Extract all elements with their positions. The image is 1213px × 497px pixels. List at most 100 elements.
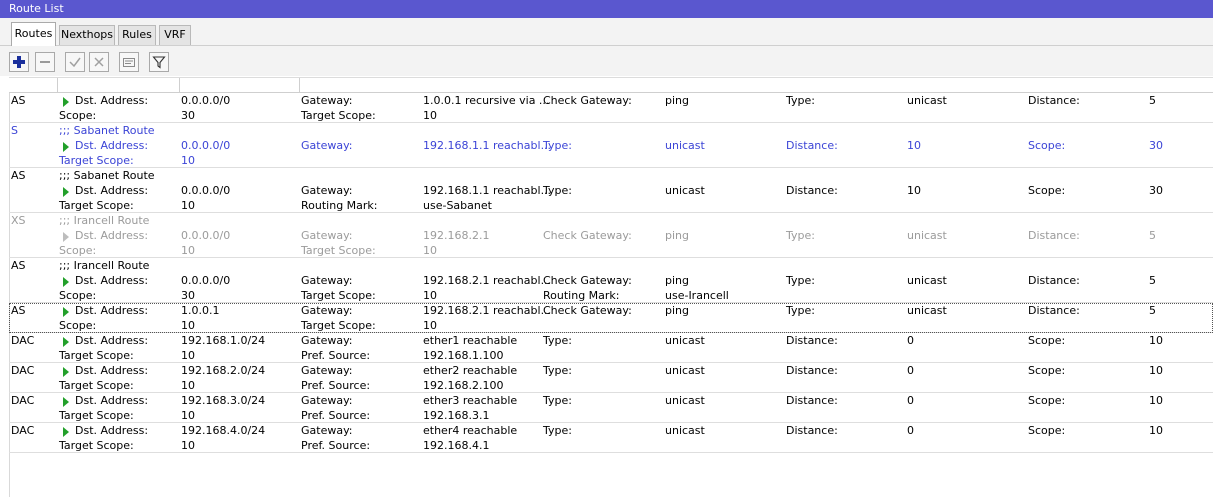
tab-routes[interactable]: Routes [11, 22, 56, 46]
route-comment: ;;; Sabanet Route [59, 169, 155, 182]
field-label: Distance: [786, 184, 838, 197]
field-label: Scope: [1028, 334, 1066, 347]
field-label: Distance: [786, 424, 838, 437]
field-value: 10 [181, 319, 195, 332]
field-value: 0.0.0.0/0 [181, 229, 231, 242]
route-flags: DAC [11, 364, 35, 377]
route-flags: S [11, 124, 18, 137]
field-label: Target Scope: [59, 349, 134, 362]
route-row[interactable]: DAC Dst. Address: 192.168.1.0/24 Gateway: et… [9, 333, 1213, 363]
route-row[interactable]: XS ;;; Irancell Route Dst. Address: 0.0.0.0… [9, 213, 1213, 258]
field-value: 30 [1149, 139, 1163, 152]
route-flags: AS [11, 304, 26, 317]
field-label: Target Scope: [301, 244, 376, 257]
remove-button[interactable] [35, 52, 55, 72]
route-row[interactable]: DAC Dst. Address: 192.168.3.0/24 Gateway: et… [9, 393, 1213, 423]
field-label: Distance: [786, 334, 838, 347]
field-label: Pref. Source: [301, 349, 371, 362]
route-flags: XS [11, 214, 26, 227]
field-label: Target Scope: [301, 109, 376, 122]
field-label: Type: [543, 184, 572, 197]
field-value: 10 [1149, 394, 1163, 407]
field-value: 10 [181, 244, 195, 257]
route-row[interactable]: AS Dst. Address: 0.0.0.0/0 Gateway: 1.0.0.1 … [9, 93, 1213, 123]
field-label: Dst. Address: [75, 274, 149, 287]
comment-button[interactable] [119, 52, 139, 72]
add-button[interactable] [9, 52, 29, 72]
field-value: ether2 reachable [423, 364, 518, 377]
field-label: Target Scope: [301, 289, 376, 302]
field-label: Pref. Source: [301, 409, 371, 422]
route-row[interactable]: AS ;;; Sabanet Route Dst. Address: 0.0.0.0/… [9, 168, 1213, 213]
window-title: Route List [0, 0, 1213, 18]
route-flags: AS [11, 169, 26, 182]
filter-icon [152, 56, 166, 69]
field-label: Pref. Source: [301, 439, 371, 452]
field-label: Gateway: [301, 184, 353, 197]
field-value: 0 [907, 394, 914, 407]
field-label: Distance: [1028, 304, 1080, 317]
field-value: 5 [1149, 304, 1156, 317]
route-row[interactable]: AS ;;; Irancell Route Dst. Address: 0.0.0.0… [9, 258, 1213, 303]
field-value: 0 [907, 364, 914, 377]
route-row[interactable]: S ;;; Sabanet Route Dst. Address: 0.0.0.0/0… [9, 123, 1213, 168]
tab-nexthops[interactable]: Nexthops [59, 25, 115, 45]
field-value: 192.168.2.1 reachabl... [423, 304, 552, 317]
field-value: 10 [181, 379, 195, 392]
field-value: 1.0.0.1 recursive via ... [423, 94, 550, 107]
field-label: Target Scope: [59, 409, 134, 422]
tab-vrf[interactable]: VRF [159, 25, 191, 45]
field-label: Dst. Address: [75, 94, 149, 107]
field-label: Type: [543, 424, 572, 437]
field-value: unicast [665, 139, 705, 152]
route-flags: AS [11, 259, 26, 272]
disable-icon [94, 57, 104, 67]
field-value: ether3 reachable [423, 394, 518, 407]
field-label: Check Gateway: [543, 274, 632, 287]
field-value: 10 [907, 139, 921, 152]
field-label: Gateway: [301, 274, 353, 287]
field-value: unicast [665, 334, 705, 347]
field-label: Gateway: [301, 364, 353, 377]
field-value: 10 [423, 244, 437, 257]
route-flags: DAC [11, 394, 35, 407]
field-label: Gateway: [301, 94, 353, 107]
field-label: Target Scope: [301, 319, 376, 332]
field-value: ether4 reachable [423, 424, 518, 437]
field-value: 192.168.4.1 [423, 439, 490, 452]
field-value: ping [665, 94, 689, 107]
field-label: Type: [786, 94, 815, 107]
field-label: Distance: [786, 364, 838, 377]
toolbar [0, 46, 1213, 76]
route-list: AS Dst. Address: 0.0.0.0/0 Gateway: 1.0.0.1 … [9, 93, 1213, 453]
disable-button[interactable] [89, 52, 109, 72]
field-label: Dst. Address: [75, 139, 149, 152]
route-row[interactable]: DAC Dst. Address: 192.168.2.0/24 Gateway: et… [9, 363, 1213, 393]
field-value: 5 [1149, 229, 1156, 242]
add-icon [13, 56, 25, 68]
route-row[interactable]: DAC Dst. Address: 192.168.4.0/24 Gateway: et… [9, 423, 1213, 453]
field-value: 5 [1149, 94, 1156, 107]
field-label: Type: [786, 274, 815, 287]
field-label: Distance: [1028, 274, 1080, 287]
enable-button[interactable] [65, 52, 85, 72]
filter-button[interactable] [149, 52, 169, 72]
field-value: 0.0.0.0/0 [181, 274, 231, 287]
field-label: Scope: [59, 109, 97, 122]
field-value: ping [665, 304, 689, 317]
tab-rules[interactable]: Rules [118, 25, 156, 45]
field-label: Target Scope: [59, 379, 134, 392]
route-flags: AS [11, 94, 26, 107]
field-label: Distance: [1028, 94, 1080, 107]
field-value: 30 [1149, 184, 1163, 197]
field-value: 5 [1149, 274, 1156, 287]
field-value: 192.168.2.1 reachabl... [423, 274, 552, 287]
field-value: 10 [1149, 334, 1163, 347]
field-label: Dst. Address: [75, 424, 149, 437]
field-label: Gateway: [301, 394, 353, 407]
comment-icon [123, 58, 135, 67]
field-value: use-Irancell [665, 289, 729, 302]
route-comment: ;;; Sabanet Route [59, 124, 155, 137]
route-row[interactable]: AS Dst. Address: 1.0.0.1 Gateway: 192.168.2.… [9, 303, 1213, 333]
field-value: unicast [907, 94, 947, 107]
